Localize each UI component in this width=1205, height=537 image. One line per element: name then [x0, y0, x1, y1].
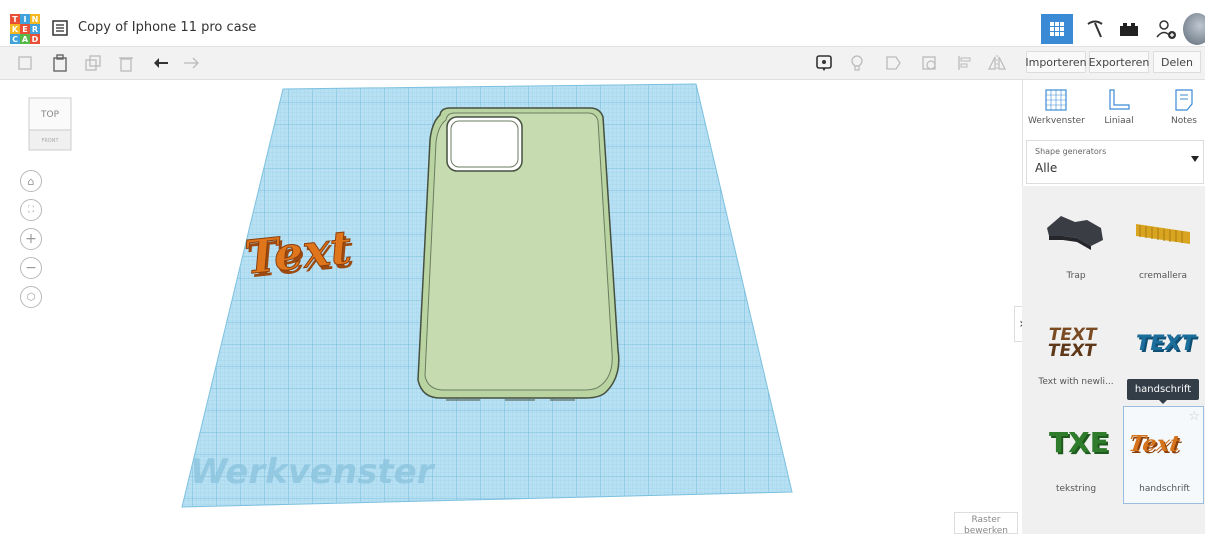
home-view-button[interactable]: ⌂: [20, 170, 42, 192]
text-shape: Text Text: [242, 219, 357, 288]
workplane-tool-label: Werkvenster: [1028, 116, 1085, 126]
edit-grid-line2: bewerken: [964, 526, 1008, 536]
brick-icon[interactable]: [1114, 14, 1144, 44]
projection-button[interactable]: ⬡: [20, 286, 42, 308]
edit-grid-button[interactable]: Raster bewerken: [954, 512, 1018, 536]
undo-icon[interactable]: [150, 52, 172, 74]
workplane-icon: [1045, 89, 1067, 111]
document-title[interactable]: Copy of Iphone 11 pro case: [78, 20, 256, 35]
edit-grid-line1: Raster: [971, 515, 1001, 525]
shape-solid-icon[interactable]: [882, 52, 904, 74]
ruler-icon: [1109, 89, 1130, 110]
svg-text:Text: Text: [1127, 431, 1182, 457]
logo-letter: T: [10, 14, 20, 24]
workplane-tool[interactable]: Werkvenster: [1028, 88, 1085, 132]
stairs-shape-icon: [1047, 216, 1103, 250]
shape-label: tekstring: [1055, 484, 1097, 494]
notes-tool[interactable]: Notes: [1156, 88, 1205, 132]
shape-handschrift[interactable]: ☆ Text Text handschrift: [1123, 406, 1204, 504]
home-icon: ⌂: [27, 174, 35, 188]
logo-letter: N: [30, 14, 40, 24]
fit-view-button[interactable]: ⛶: [20, 199, 42, 221]
workplane-watermark: Werkvenster: [190, 452, 436, 492]
svg-text:TEXT: TEXT: [1136, 331, 1197, 355]
logo-letter: D: [30, 34, 40, 44]
ruler-tool-label: Liniaal: [1104, 116, 1134, 126]
shape-generators-dropdown[interactable]: Shape generators Alle: [1026, 140, 1204, 184]
logo-letter: I: [20, 14, 30, 24]
3d-view-button[interactable]: [1041, 14, 1073, 44]
notes-toggle-icon[interactable]: [813, 52, 835, 74]
logo-letter: K: [10, 24, 20, 34]
svg-text:Text: Text: [242, 220, 354, 285]
grid-icon: [1050, 22, 1064, 36]
shape-label: handschrift: [1139, 484, 1190, 494]
dropdown-label: Shape generators: [1035, 147, 1107, 156]
plus-icon: +: [25, 231, 37, 247]
avatar[interactable]: [1183, 13, 1205, 45]
svg-text:TEXT: TEXT: [1046, 341, 1098, 361]
share-button[interactable]: Delen: [1153, 51, 1201, 73]
fit-icon: ⛶: [27, 205, 35, 215]
workplane-scene: Text Text Werkvenster: [181, 83, 793, 508]
shape-trap[interactable]: Trap: [1037, 200, 1115, 300]
caret-down-icon: [1191, 156, 1199, 162]
logo-letter: R: [30, 24, 40, 34]
shape-text-with-newline[interactable]: TEXT TEXT Text with newli...: [1037, 310, 1115, 410]
zoom-out-button[interactable]: −: [20, 257, 42, 279]
duplicate-icon[interactable]: [82, 52, 104, 74]
add-user-icon[interactable]: [1151, 14, 1181, 44]
phone-case-shape: [417, 107, 620, 401]
align-icon[interactable]: [954, 52, 976, 74]
view-cube[interactable]: TOP FRONT: [27, 96, 73, 151]
mirror-icon[interactable]: [986, 52, 1008, 74]
zipper-shape-icon: [1136, 224, 1190, 244]
top-spacer: [0, 0, 1205, 12]
logo-letter: A: [20, 34, 30, 44]
text-ring-shape-icon: TXETXE: [1049, 426, 1111, 461]
lightbulb-icon[interactable]: [846, 52, 868, 74]
design-list-icon[interactable]: [52, 20, 68, 36]
logo-letter: E: [20, 24, 30, 34]
import-button[interactable]: Importeren: [1025, 51, 1087, 73]
copy-icon[interactable]: [14, 52, 36, 74]
star-icon[interactable]: ☆: [1188, 409, 1200, 424]
redo-icon[interactable]: [180, 52, 202, 74]
pickaxe-icon[interactable]: [1080, 14, 1110, 44]
svg-text:TOP: TOP: [40, 110, 60, 120]
shape-hole-icon[interactable]: [918, 52, 940, 74]
shape-cremallera[interactable]: cremallera: [1124, 200, 1202, 300]
zoom-in-button[interactable]: +: [20, 228, 42, 250]
text-3d-shape-icon: TEXTTEXT: [1136, 331, 1199, 357]
shape-tekstring[interactable]: TXE TXE tekstring: [1037, 406, 1115, 506]
export-button[interactable]: Exporteren: [1089, 51, 1149, 73]
svg-text:FRONT: FRONT: [41, 138, 59, 144]
svg-text:TXE: TXE: [1049, 426, 1109, 459]
3d-viewport[interactable]: Text Text Werkvenster: [0, 80, 1022, 534]
tinkercad-logo[interactable]: T I N K E R C A D: [10, 14, 40, 44]
dropdown-value: Alle: [1035, 161, 1058, 175]
paste-icon[interactable]: [49, 52, 71, 74]
notes-tool-label: Notes: [1171, 116, 1197, 126]
minus-icon: −: [25, 260, 37, 276]
note-icon: [1175, 89, 1193, 111]
shape-label: cremallera: [1138, 271, 1188, 281]
shape-label: Text with newli...: [1038, 377, 1114, 387]
ruler-tool[interactable]: Liniaal: [1091, 88, 1147, 132]
shape-label: Trap: [1066, 271, 1086, 281]
cube-icon: ⬡: [26, 291, 36, 303]
text-block-shape-icon: TEXTTEXT: [1046, 325, 1099, 361]
trash-icon[interactable]: [115, 52, 137, 74]
shape-tooltip: handschrift: [1127, 379, 1199, 404]
logo-letter: C: [10, 34, 20, 44]
